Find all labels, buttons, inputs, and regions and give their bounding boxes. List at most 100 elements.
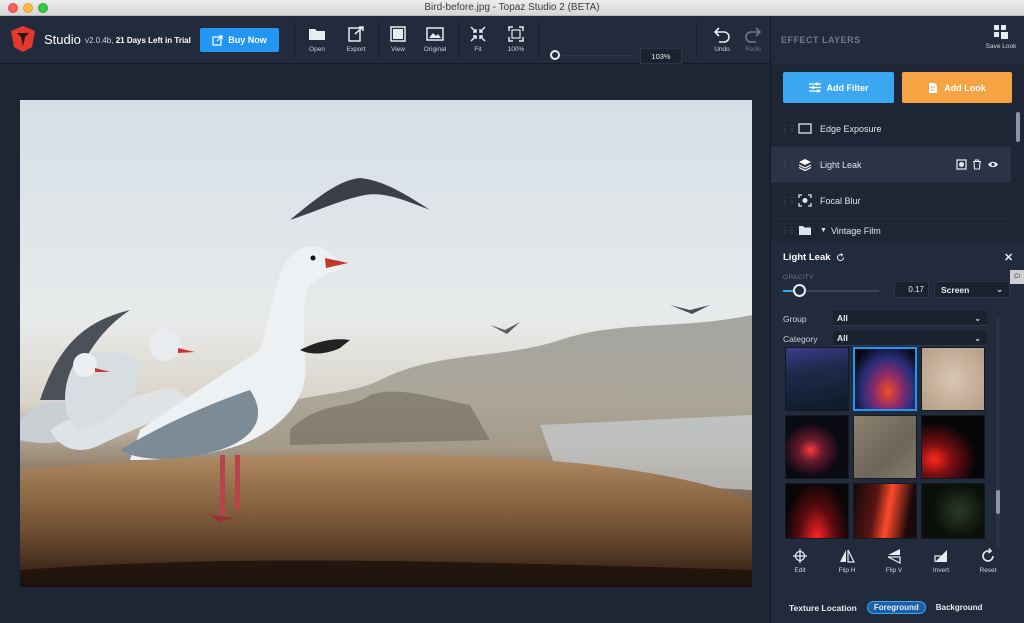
redo-button[interactable]: Redo — [735, 25, 771, 59]
toolbar-separator — [696, 22, 697, 58]
drag-handle-icon[interactable]: ⋮⋮ — [781, 196, 796, 205]
category-row: Category All ⌄ — [783, 330, 987, 347]
flip-h-label: Flip H — [838, 567, 856, 574]
original-label: Original — [423, 46, 447, 53]
foreground-toggle[interactable]: Foreground — [866, 601, 926, 614]
add-look-button[interactable]: Add Look — [902, 72, 1012, 103]
layer-vintage-film[interactable]: ⋮⋮ ▼ Vintage Film — [771, 219, 1011, 243]
layer-light-leak[interactable]: ⋮⋮ Light Leak — [771, 147, 1011, 183]
external-link-icon — [212, 34, 223, 46]
reset-label: Reset — [979, 567, 997, 574]
category-select[interactable]: All ⌄ — [833, 331, 987, 346]
layers-icon — [797, 158, 812, 171]
close-icon[interactable]: ✕ — [1004, 251, 1013, 264]
fit-button[interactable]: Fit — [460, 25, 496, 59]
texture-thumbnail[interactable] — [853, 483, 917, 539]
zoom-slider-knob[interactable] — [550, 50, 560, 60]
drag-handle-icon[interactable]: ⋮⋮ — [781, 226, 796, 235]
fullscreen-icon — [508, 26, 524, 42]
refresh-icon[interactable] — [836, 253, 845, 262]
flip-horizontal-icon — [840, 549, 855, 563]
eye-icon[interactable] — [987, 159, 999, 170]
fit-icon — [470, 26, 486, 42]
mask-icon[interactable] — [956, 159, 967, 170]
export-button[interactable]: Export — [338, 25, 374, 59]
opacity-label: OPACITY — [783, 274, 814, 281]
add-look-label: Add Look — [944, 82, 986, 93]
layer-actions — [956, 159, 999, 170]
blend-mode-value: Screen — [941, 284, 970, 295]
chevron-down-icon: ⌄ — [996, 285, 1003, 294]
open-button[interactable]: Open — [299, 25, 335, 59]
panel-scrollbar[interactable] — [1016, 112, 1020, 142]
group-value: All — [837, 313, 848, 323]
chevron-down-icon: ⌄ — [974, 314, 981, 323]
group-select[interactable]: All ⌄ — [833, 311, 987, 326]
trash-icon[interactable] — [972, 159, 982, 170]
panel-header: EFFECT LAYERS Save Look — [771, 16, 1024, 64]
settings-title-text: Light Leak — [783, 252, 831, 263]
save-look-icon — [994, 25, 1008, 39]
texture-thumbnail[interactable] — [785, 347, 849, 411]
group-label: Group — [783, 313, 807, 324]
export-icon — [348, 26, 364, 42]
fit-label: Fit — [474, 46, 482, 53]
zoom-value[interactable]: 103% — [640, 48, 682, 64]
close-tooltip: Cl — [1010, 270, 1024, 284]
drag-handle-icon[interactable]: ⋮⋮ — [781, 124, 796, 133]
texture-thumbnail[interactable] — [921, 483, 985, 539]
opacity-value-input[interactable]: 0.17 — [894, 281, 929, 298]
invert-label: Invert — [932, 567, 950, 574]
texture-thumbnail[interactable] — [785, 483, 849, 539]
zoom-slider-track[interactable] — [562, 55, 632, 56]
save-look-label: Save Look — [985, 43, 1017, 50]
layer-edge-exposure[interactable]: ⋮⋮ Edge Exposure — [771, 111, 1011, 147]
app-name: Studio — [44, 32, 81, 47]
edit-label: Edit — [794, 567, 806, 574]
folder-icon — [797, 224, 812, 237]
background-toggle[interactable]: Background — [936, 603, 983, 612]
layer-focal-blur[interactable]: ⋮⋮ Focal Blur — [771, 183, 1011, 219]
texture-scrollbar-thumb[interactable] — [996, 490, 1000, 514]
texture-thumbnail[interactable] — [853, 347, 917, 411]
photo-preview[interactable] — [20, 100, 752, 587]
save-look-button[interactable]: Save Look — [983, 24, 1019, 50]
effect-layers-panel: EFFECT LAYERS Save Look Add Filter Add L… — [770, 16, 1024, 623]
look-icon — [929, 82, 938, 93]
view-button[interactable]: View — [380, 25, 416, 59]
texture-thumbnail[interactable] — [921, 347, 985, 411]
reset-button[interactable]: Reset — [967, 548, 1009, 574]
opacity-slider-knob[interactable] — [793, 284, 807, 297]
flip-v-button[interactable]: Flip V — [873, 548, 915, 574]
expand-arrow-icon[interactable]: ▼ — [820, 227, 827, 234]
drag-handle-icon[interactable]: ⋮⋮ — [781, 160, 796, 169]
window-title: Bird-before.jpg - Topaz Studio 2 (BETA) — [424, 2, 600, 13]
trial-text: 21 Days Left in Trial — [115, 36, 191, 45]
toolbar-separator — [294, 22, 295, 58]
add-filter-button[interactable]: Add Filter — [783, 72, 894, 103]
reset-icon — [982, 548, 994, 562]
texture-thumbnail[interactable] — [853, 415, 917, 479]
category-value: All — [837, 333, 848, 343]
chevron-down-icon: ⌄ — [974, 334, 981, 343]
flip-h-button[interactable]: Flip H — [826, 548, 868, 574]
edit-button[interactable]: Edit — [779, 548, 821, 574]
invert-icon — [934, 550, 947, 562]
texture-thumbnail[interactable] — [921, 415, 985, 479]
add-filter-label: Add Filter — [826, 82, 869, 93]
image-canvas[interactable] — [0, 65, 770, 623]
buy-now-label: Buy Now — [228, 35, 267, 45]
view-label: View — [391, 46, 405, 53]
texture-thumbnail[interactable] — [785, 415, 849, 479]
invert-button[interactable]: Invert — [920, 548, 962, 574]
original-button[interactable]: Original — [417, 25, 453, 59]
image-icon — [426, 27, 444, 41]
blend-mode-select[interactable]: Screen ⌄ — [934, 281, 1010, 298]
toolbar-separator — [458, 22, 459, 58]
panel-title: EFFECT LAYERS — [781, 35, 861, 45]
group-row: Group All ⌄ — [783, 310, 987, 327]
zoom-100-button[interactable]: 100% — [498, 25, 534, 59]
texture-location: Texture Location Foreground Background — [789, 601, 982, 614]
zoom-100-label: 100% — [507, 46, 525, 53]
buy-now-button[interactable]: Buy Now — [200, 28, 279, 52]
